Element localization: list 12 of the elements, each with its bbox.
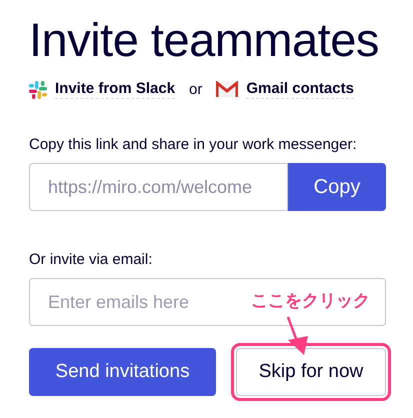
mail-icon xyxy=(216,81,238,98)
annotation-text: ここをクリック xyxy=(251,290,370,312)
import-link[interactable]: Invite from Slack xyxy=(55,80,176,99)
copy-button[interactable]: Copy xyxy=(288,163,386,211)
import-link[interactable]: Gmail contacts xyxy=(246,80,354,99)
annotation-arrow xyxy=(286,316,308,355)
or-text: or xyxy=(189,81,202,98)
email-label: Or invite via email: xyxy=(29,251,154,268)
send-invitations-button[interactable]: Send invitations xyxy=(29,348,216,396)
slack-icon xyxy=(29,80,47,98)
page-title: Invite teammates xyxy=(29,12,380,68)
link-label: Copy this link and share in your work messenger: xyxy=(29,136,358,153)
